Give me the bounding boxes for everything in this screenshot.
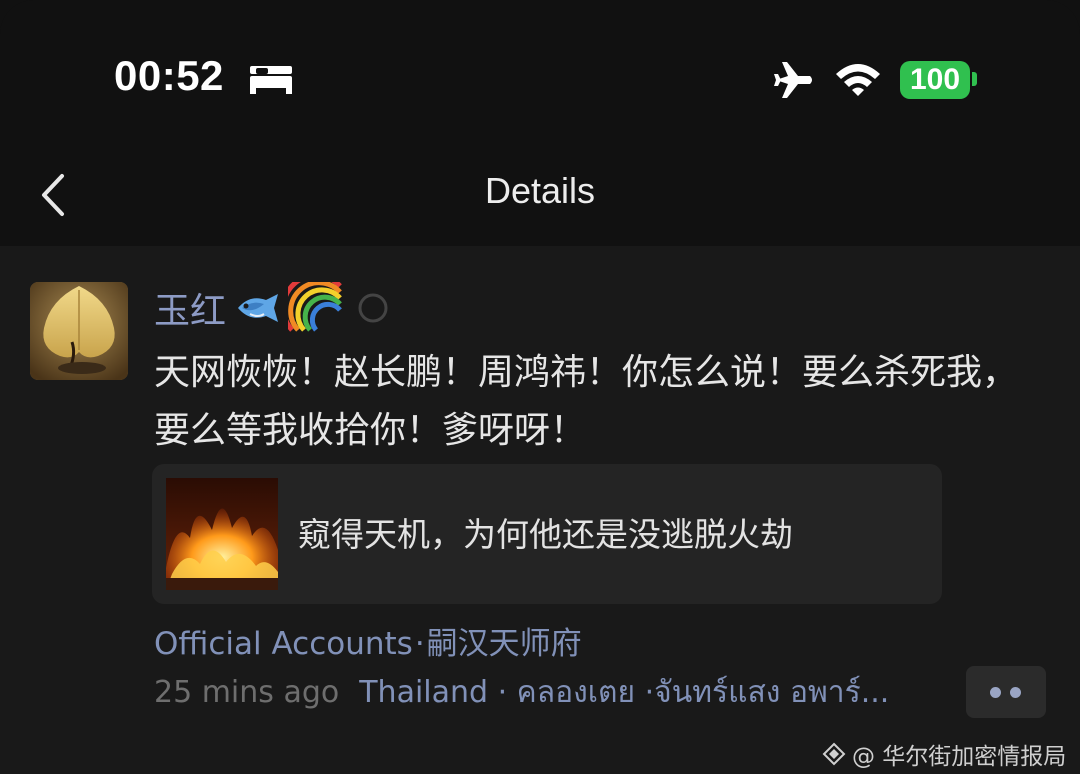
watermark-logo-icon [822, 742, 846, 766]
link-title: 窥得天机，为何他还是没逃脱火劫 [298, 515, 793, 554]
more-dots-icon[interactable] [966, 666, 1046, 718]
fire-image [166, 478, 278, 590]
bed-icon [250, 66, 292, 94]
link-card[interactable]: 窥得天机，为何他还是没逃脱火劫 [152, 464, 942, 604]
source-row[interactable]: Official Accounts·嗣汉天师府 [154, 618, 582, 663]
avatar[interactable] [30, 282, 128, 380]
battery-level: 100 [909, 63, 961, 96]
author-row: 玉红 [154, 282, 390, 334]
nav-bar: Details [0, 150, 1080, 246]
source-name: 嗣汉天师府 [426, 626, 582, 662]
author-name[interactable]: 玉红 [154, 282, 226, 334]
battery-icon: 100 [900, 61, 970, 99]
battery-tip [972, 72, 977, 86]
rainbow-icon [288, 282, 342, 332]
watermark-text: @ 华尔街加密情报局 [852, 744, 1067, 770]
wifi-icon [836, 64, 880, 96]
author-emojis [232, 282, 390, 334]
fish-icon [238, 294, 279, 322]
post-text: 天网恢恢！赵长鹏！周鸿祎！你怎么说！要么杀死我，要么等我收拾你！爹呀呀！ [154, 352, 1019, 451]
loading-icon [358, 293, 388, 323]
page-title: Details [484, 170, 596, 211]
meta-row: 25 mins ago Thailand · คลองเตย ·จันทร์แส… [154, 672, 889, 712]
status-time: 00:52 [114, 52, 224, 99]
more-dot [990, 687, 1001, 698]
post-time: 25 mins ago [154, 674, 340, 710]
status-bar: 00:52 100 [0, 0, 1080, 150]
post-detail: 玉红 天网恢恢！赵长鹏！周鸿祎！你怎么说！要么杀死我，要么等我收拾你！爹呀呀！ … [0, 246, 1080, 774]
post-location[interactable]: Thailand · คลองเตย ·จันทร์แสง อพาร์... [359, 669, 889, 716]
avatar-image [30, 282, 128, 380]
source-label: Official Accounts [154, 626, 413, 662]
source-separator: · [414, 626, 425, 662]
more-dot [1010, 687, 1021, 698]
screen: 00:52 100 Details 玉红 天网恢恢！赵长鹏！周鸿祎！你怎么说！要… [0, 0, 1080, 774]
airplane-icon [774, 62, 812, 98]
watermark: @ 华尔街加密情报局 [822, 736, 1066, 772]
